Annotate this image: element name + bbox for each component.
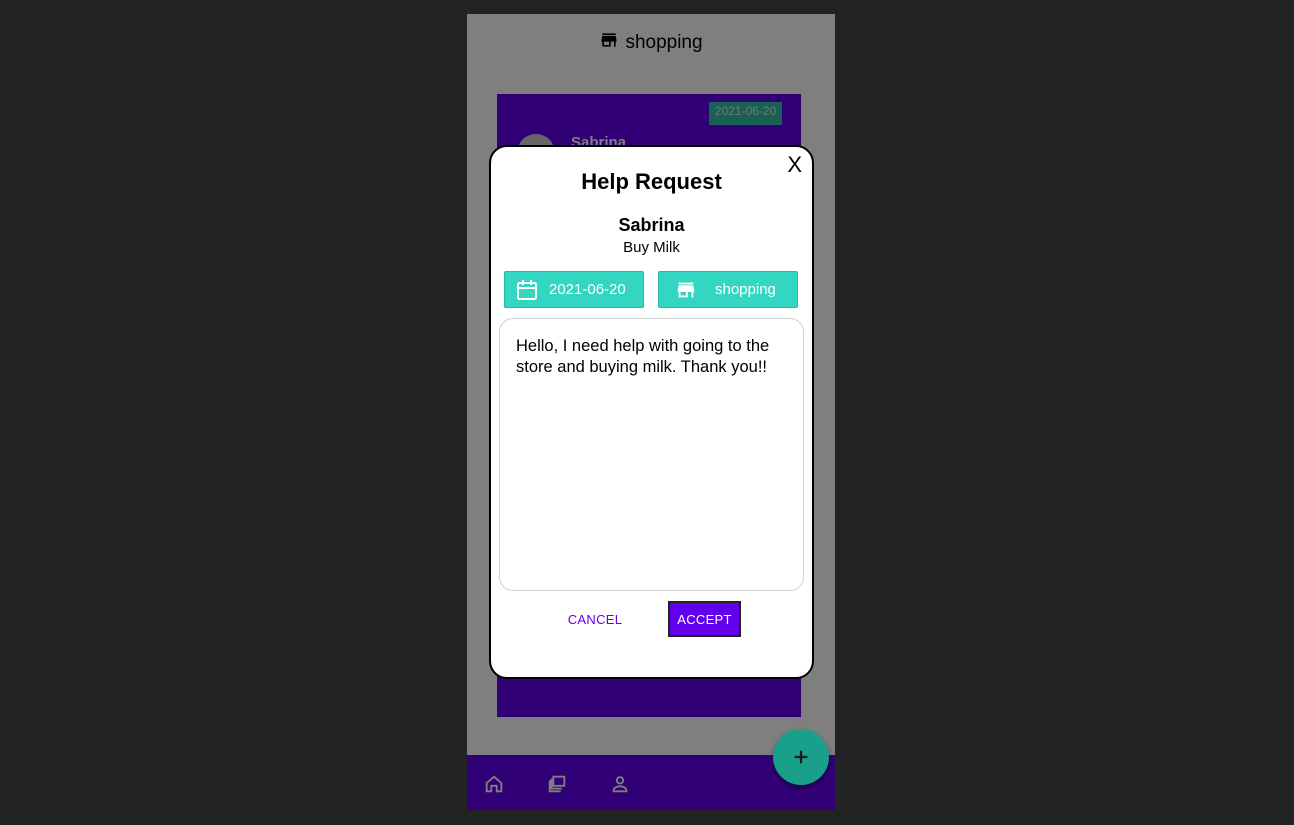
requester-name: Sabrina bbox=[618, 215, 685, 235]
add-icon bbox=[794, 750, 808, 764]
category-chip[interactable]: shopping bbox=[658, 271, 798, 308]
accept-button[interactable]: ACCEPT bbox=[668, 601, 741, 637]
request-subtitle: Buy Milk bbox=[623, 239, 680, 256]
calendar-icon bbox=[517, 279, 537, 300]
category-chip-label: shopping bbox=[715, 281, 776, 298]
cancel-button[interactable]: CANCEL bbox=[561, 609, 629, 629]
date-chip-label: 2021-06-20 bbox=[549, 281, 626, 298]
message-textarea[interactable]: Hello, I need help with going to the sto… bbox=[499, 318, 804, 591]
help-request-dialog: X Help Request Sabrina Buy Milk 2021-06-… bbox=[489, 145, 814, 679]
date-chip[interactable]: 2021-06-20 bbox=[504, 271, 644, 308]
add-button[interactable] bbox=[773, 729, 829, 785]
store-icon bbox=[677, 282, 695, 297]
dialog-title: Help Request bbox=[581, 169, 722, 194]
